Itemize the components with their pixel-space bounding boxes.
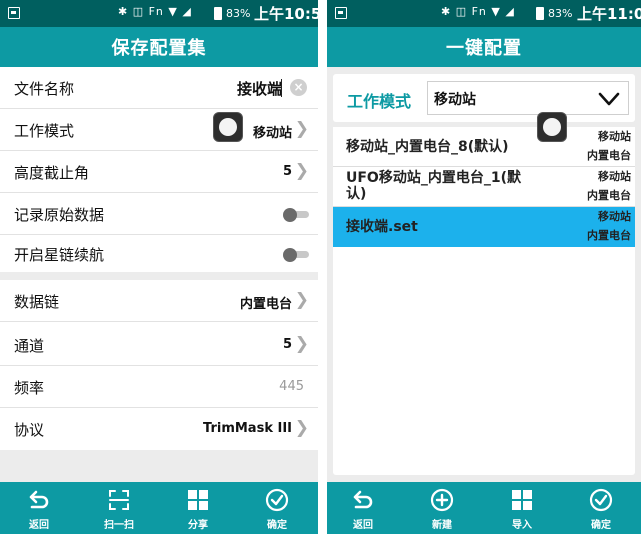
chevron-right-icon: ❯ [294, 119, 309, 139]
battery-icon [214, 7, 222, 20]
toolbar-label: 返回 [29, 520, 49, 531]
list-item-selected[interactable]: 接收端.set 移动站 内置电台 [333, 207, 635, 247]
back-button[interactable]: 返回 [331, 482, 395, 534]
file-name-input[interactable]: 接收端 [237, 78, 282, 99]
toolbar-label: 确定 [267, 520, 287, 531]
page-title: 保存配置集 [0, 27, 318, 67]
row-label: 频率 [14, 379, 45, 397]
chevron-right-icon: ❯ [294, 161, 309, 181]
image-notification-icon [335, 7, 347, 19]
row-value: 内置电台 [239, 297, 292, 312]
work-mode-row[interactable]: 工作模式 移动站 ❯ [0, 109, 318, 151]
chevron-right-icon: ❯ [294, 418, 309, 438]
check-circle-icon [265, 488, 289, 512]
config-list: 移动站_内置电台_8(默认) 移动站 内置电台 UFO移动站_内置电台_1(默认… [333, 127, 635, 475]
config-name: UFO移动站_内置电台_1(默认) [346, 170, 521, 202]
toolbar-label: 返回 [353, 520, 373, 531]
config-mode: 移动站 [598, 130, 631, 143]
status-bar: ✱ ◫ Fn ▼ ◢ 83% 上午10:56 [0, 0, 318, 27]
row-label: 数据链 [14, 293, 60, 311]
chevron-right-icon: ❯ [294, 290, 309, 310]
new-button[interactable]: 新建 [410, 482, 474, 534]
row-label: 记录原始数据 [14, 206, 105, 224]
plus-circle-icon [430, 488, 454, 512]
record-raw-toggle[interactable] [283, 208, 309, 222]
row-label: 协议 [14, 421, 45, 439]
row-value: 移动站 [252, 126, 292, 141]
panel-divider [318, 0, 327, 534]
check-circle-icon [589, 488, 613, 512]
clear-icon[interactable]: × [290, 79, 307, 96]
import-button[interactable]: 导入 [490, 482, 554, 534]
save-config-screen: ✱ ◫ Fn ▼ ◢ 83% 上午10:56 保存配置集 文件名称 接收端 × … [0, 0, 318, 534]
row-value: 5 [282, 337, 292, 352]
toolbar-label: 分享 [188, 520, 208, 531]
toolbar-label: 确定 [591, 520, 611, 531]
grid-icon [512, 490, 532, 510]
settings-group-2: 数据链 内置电台 ❯ 通道 5 ❯ 频率 445 协议 TrimMask III… [0, 280, 318, 450]
datalink-row[interactable]: 数据链 内置电台 ❯ [0, 280, 318, 322]
work-mode-label: 工作模式 [347, 92, 412, 111]
file-name-row[interactable]: 文件名称 接收端 × [0, 67, 318, 109]
floating-assist-button[interactable] [537, 112, 567, 142]
starlink-row: 开启星链续航 [0, 233, 318, 275]
status-bar: ✱ ◫ Fn ▼ ◢ 83% 上午11:00 [327, 0, 641, 27]
frequency-row: 频率 445 [0, 366, 318, 408]
config-link: 内置电台 [587, 229, 631, 242]
row-label: 开启星链续航 [14, 246, 105, 264]
back-icon [353, 490, 373, 509]
row-value: TrimMask III [203, 421, 292, 436]
status-icons: ✱ ◫ Fn ▼ ◢ [441, 5, 515, 18]
toolbar-label: 扫一扫 [104, 520, 134, 531]
settings-group-1: 文件名称 接收端 × 工作模式 移动站 ❯ 高度截止角 5 ❯ 记录原始数据 开… [0, 67, 318, 272]
protocol-row[interactable]: 协议 TrimMask III ❯ [0, 408, 318, 450]
battery-icon [536, 7, 544, 20]
clock: 上午11:00 [577, 5, 641, 23]
work-mode-select[interactable]: 移动站 [427, 81, 629, 115]
image-notification-icon [8, 7, 20, 19]
back-button[interactable]: 返回 [7, 482, 71, 534]
scan-icon [109, 490, 129, 510]
scan-button[interactable]: 扫一扫 [87, 482, 151, 534]
row-label: 文件名称 [14, 80, 75, 98]
config-name: 接收端.set [346, 219, 418, 235]
toolbar-label: 导入 [512, 520, 532, 531]
config-name: 移动站_内置电台_8(默认) [346, 139, 509, 155]
share-button[interactable]: 分享 [166, 482, 230, 534]
record-raw-row: 记录原始数据 [0, 193, 318, 235]
toolbar-label: 新建 [432, 520, 452, 531]
list-item[interactable]: UFO移动站_内置电台_1(默认) 移动站 内置电台 [333, 167, 635, 207]
work-mode-selected: 移动站 [434, 92, 476, 108]
bottom-toolbar: 返回 新建 导入 确定 [327, 482, 641, 534]
row-value: 445 [279, 379, 304, 394]
clock: 上午10:56 [254, 5, 318, 23]
text-caret [281, 79, 282, 97]
work-mode-panel: 工作模式 移动站 [333, 74, 635, 122]
back-icon [29, 490, 49, 509]
page-title: 一键配置 [327, 27, 641, 67]
row-label: 高度截止角 [14, 164, 90, 182]
one-key-config-screen: ✱ ◫ Fn ▼ ◢ 83% 上午11:00 一键配置 工作模式 移动站 移动站… [327, 0, 641, 534]
confirm-button[interactable]: 确定 [569, 482, 633, 534]
floating-assist-button[interactable] [213, 112, 243, 142]
battery-percent: 83% [226, 7, 251, 20]
grid-icon [188, 490, 208, 510]
channel-row[interactable]: 通道 5 ❯ [0, 324, 318, 366]
confirm-button[interactable]: 确定 [245, 482, 309, 534]
config-link: 内置电台 [587, 189, 631, 202]
chevron-right-icon: ❯ [294, 334, 309, 354]
bottom-toolbar: 返回 扫一扫 分享 确定 [0, 482, 318, 534]
row-label: 通道 [14, 337, 45, 355]
starlink-toggle[interactable] [283, 248, 309, 262]
row-label: 工作模式 [14, 122, 75, 140]
config-link: 内置电台 [587, 149, 631, 162]
config-mode: 移动站 [598, 170, 631, 183]
config-mode: 移动站 [598, 210, 631, 223]
chevron-down-icon [598, 92, 620, 106]
battery-percent: 83% [548, 7, 573, 20]
status-icons: ✱ ◫ Fn ▼ ◢ [118, 5, 192, 18]
list-item[interactable]: 移动站_内置电台_8(默认) 移动站 内置电台 [333, 127, 635, 167]
row-value: 5 [282, 164, 292, 179]
cutoff-angle-row[interactable]: 高度截止角 5 ❯ [0, 151, 318, 193]
